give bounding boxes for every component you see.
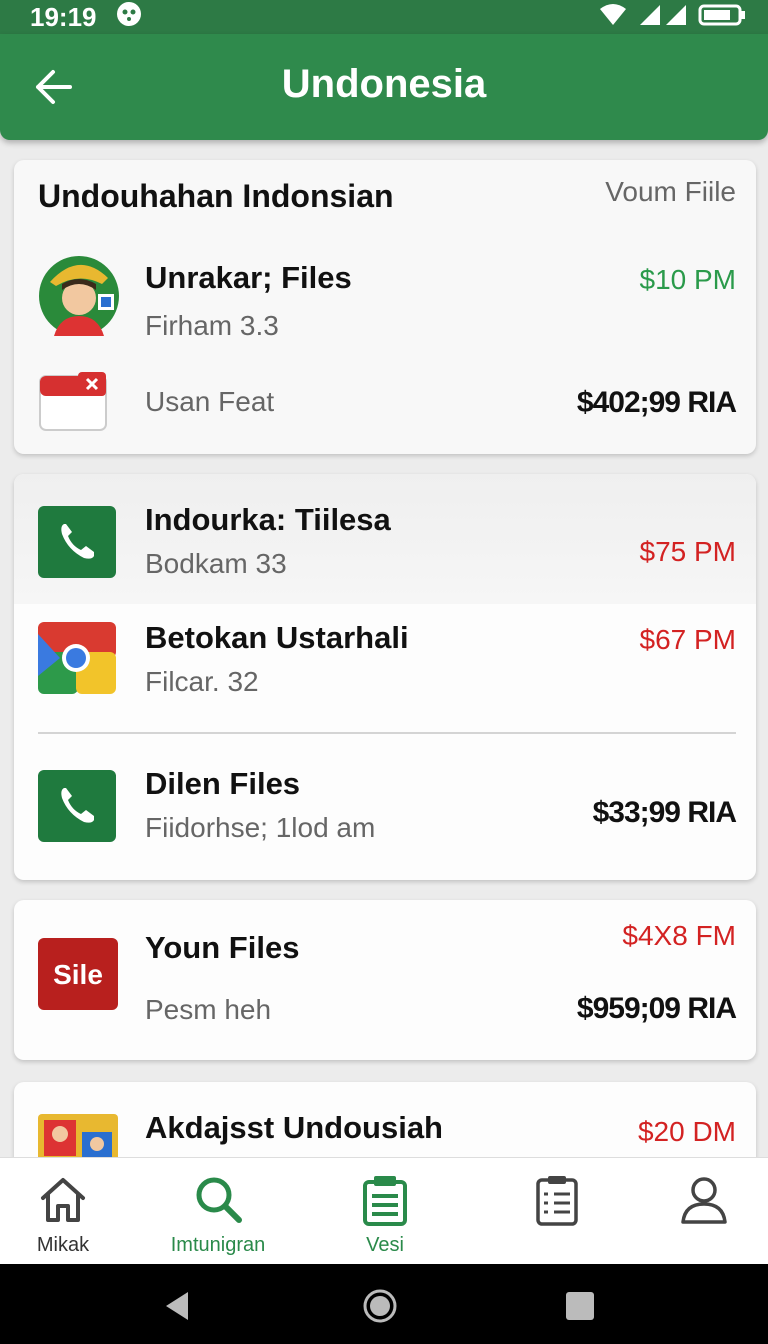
- recents-square-icon[interactable]: [562, 1288, 598, 1324]
- document-icon: [363, 1176, 407, 1226]
- card-title: Undouhahan Indonsian: [38, 178, 394, 214]
- item-title: Indourka: Tiilesa: [145, 502, 391, 537]
- view-files-link[interactable]: Voum Fiile: [605, 176, 736, 208]
- nav-label: Vesi: [366, 1234, 404, 1256]
- page-title: Undonesia: [281, 62, 487, 106]
- avatar-icon: [38, 252, 120, 336]
- phone-icon: [38, 506, 116, 578]
- nav-label: Imtunigran: [170, 1234, 266, 1256]
- home-icon: [41, 1178, 85, 1222]
- list-item[interactable]: Unrakar; Files Firham 3.3 $10 PM: [14, 252, 756, 344]
- phone-icon: [38, 770, 116, 842]
- item-value-bottom: $959;09 RIA: [576, 992, 737, 1025]
- item-title: Unrakar; Files: [145, 260, 352, 295]
- item-subtitle: Usan Feat: [145, 386, 275, 417]
- status-bar: 19:19: [0, 0, 768, 34]
- card-files: Indourka: Tiilesa Bodkam 33 $75 PM Betok…: [14, 474, 756, 880]
- item-title: Dilen Files: [145, 766, 301, 801]
- notification-icon: [115, 0, 143, 35]
- app-bar: Undonesia: [0, 34, 768, 140]
- chrome-icon: [38, 622, 116, 694]
- item-subtitle: Bodkam 33: [145, 548, 287, 579]
- sile-icon-text: Sile: [53, 959, 103, 990]
- mail-icon: [38, 370, 120, 440]
- item-title: Youn Files: [145, 930, 300, 965]
- sile-icon: Sile: [38, 938, 118, 1010]
- nav-label: Mikak: [36, 1234, 90, 1256]
- item-value: $402;99 RIA: [576, 386, 737, 419]
- item-subtitle: Filcar. 32: [145, 666, 259, 697]
- item-subtitle: Fiidorhse; 1lod am: [145, 812, 376, 843]
- search-icon: [196, 1177, 242, 1223]
- list-item[interactable]: Betokan Ustarhali Filcar. 32 $67 PM: [14, 620, 756, 700]
- nav-home[interactable]: Mikak: [3, 1158, 123, 1265]
- item-value: $10 PM: [639, 264, 737, 295]
- item-value: $75 PM: [639, 536, 737, 567]
- card-your-files[interactable]: Sile Youn Files Pesm heh $4X8 FM $959;09…: [14, 900, 756, 1060]
- item-title: Betokan Ustarhali: [145, 620, 409, 655]
- item-subtitle: Firham 3.3: [145, 310, 279, 341]
- clipboard-icon: [536, 1176, 578, 1226]
- item-value: $67 PM: [639, 624, 737, 655]
- profile-icon: [681, 1177, 727, 1224]
- wifi-icon: [598, 3, 628, 32]
- item-title: Akdajsst Undousiah: [145, 1110, 443, 1145]
- battery-icon: [698, 3, 746, 32]
- signal-icon: [638, 3, 688, 32]
- back-triangle-icon[interactable]: [160, 1288, 196, 1324]
- list-item[interactable]: Usan Feat $402;99 RIA: [14, 370, 756, 440]
- nav-profile[interactable]: [644, 1158, 764, 1265]
- nav-search[interactable]: Imtunigran: [158, 1158, 278, 1265]
- nav-documents[interactable]: Vesi: [325, 1158, 445, 1265]
- home-circle-icon[interactable]: [362, 1288, 398, 1324]
- item-value-top: $4X8 FM: [622, 920, 736, 951]
- list-item[interactable]: Indourka: Tiilesa Bodkam 33 $75 PM: [14, 502, 756, 582]
- card-downloads: Undouhahan Indonsian Voum Fiile Unrakar;…: [14, 160, 756, 454]
- status-time: 19:19: [30, 1, 97, 32]
- nav-clipboard[interactable]: [497, 1158, 617, 1265]
- bottom-navigation: Mikak Imtunigran Vesi: [0, 1157, 768, 1264]
- system-navigation-bar: [0, 1264, 768, 1344]
- divider: [38, 732, 736, 734]
- item-value: $33;99 RIA: [592, 796, 737, 829]
- list-item[interactable]: Dilen Files Fiidorhse; 1lod am $33;99 RI…: [14, 766, 756, 846]
- item-subtitle: Pesm heh: [145, 994, 272, 1025]
- item-value: $20 DM: [637, 1116, 736, 1147]
